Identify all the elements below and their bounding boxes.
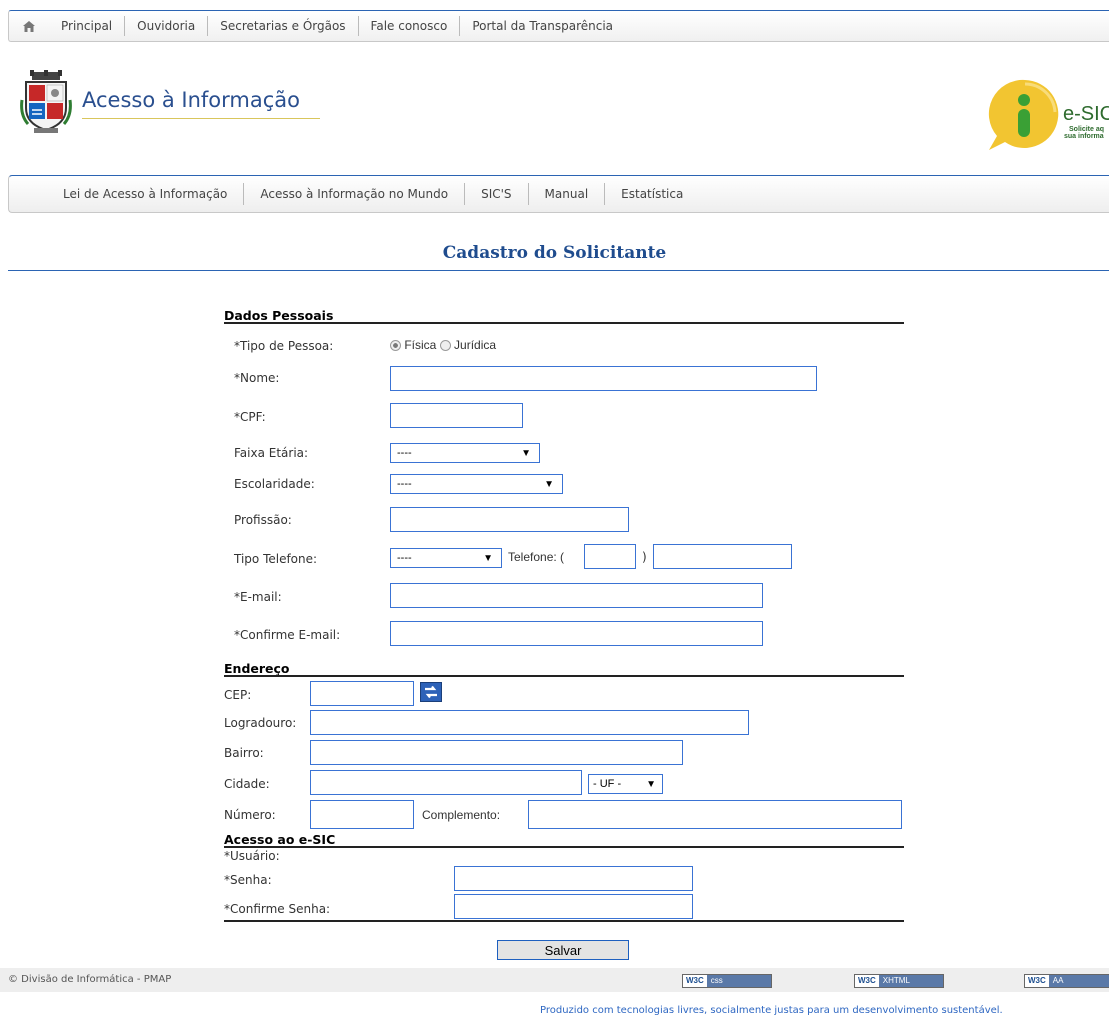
salvar-button[interactable]: Salvar: [497, 940, 629, 960]
tipo-telefone-label: Tipo Telefone:: [234, 552, 318, 566]
faixa-etaria-value: ----: [397, 447, 412, 459]
confirme-email-field[interactable]: [390, 621, 763, 646]
complemento-label: Complemento:: [422, 808, 501, 822]
uf-select[interactable]: - UF - ▼: [588, 774, 663, 794]
top-nav-portal-transparencia[interactable]: Portal da Transparência: [460, 16, 625, 36]
escolaridade-select[interactable]: ---- ▼: [390, 474, 563, 494]
title-divider: [8, 270, 1109, 271]
esic-logo-subtitle-1: Solicite aq: [1069, 126, 1104, 133]
top-nav-fale-conosco[interactable]: Fale conosco: [359, 16, 461, 36]
telefone-paren-close: ): [642, 550, 647, 564]
bairro-label: Bairro:: [224, 746, 264, 760]
radio-fisica[interactable]: [390, 340, 401, 352]
radio-juridica-label: Jurídica: [454, 338, 497, 352]
w3c-logo-text: W3C: [1025, 975, 1049, 987]
top-nav-secretarias[interactable]: Secretarias e Órgãos: [208, 16, 359, 36]
section-title-dados-pessoais: Dados Pessoais: [224, 308, 334, 323]
cpf-field[interactable]: [390, 403, 523, 428]
confirme-email-label: *Confirme E-mail:: [234, 628, 341, 642]
secondary-navigation: Lei de Acesso à Informação Acesso à Info…: [8, 175, 1109, 213]
tipo-telefone-select[interactable]: ---- ▼: [390, 548, 502, 568]
tipo-pessoa-label: *Tipo de Pessoa:: [234, 339, 334, 353]
esic-logo-subtitle-2: sua informa: [1064, 133, 1104, 140]
w3c-logo-text: W3C: [855, 975, 879, 987]
cep-label: CEP:: [224, 688, 252, 702]
usuario-label: *Usuário:: [224, 849, 280, 863]
chevron-down-icon: ▼: [521, 447, 531, 459]
senha-field[interactable]: [454, 866, 693, 891]
senha-label: *Senha:: [224, 873, 272, 887]
top-nav-principal[interactable]: Principal: [49, 16, 126, 36]
subnav-manual[interactable]: Manual: [529, 183, 606, 205]
radio-fisica-label: Física: [404, 338, 437, 352]
page-title: Cadastro do Solicitante: [442, 243, 667, 263]
esic-info-logo[interactable]: e-SIC Solicite aq sua informa: [983, 76, 1109, 150]
form-end-divider: [224, 920, 904, 922]
telefone-label: Telefone: (: [508, 550, 565, 564]
profissao-label: Profissão:: [234, 513, 292, 527]
confirme-senha-label: *Confirme Senha:: [224, 902, 331, 916]
chevron-down-icon: ▼: [483, 552, 493, 564]
section-divider: [224, 846, 904, 848]
nome-label: *Nome:: [234, 371, 280, 385]
logradouro-field[interactable]: [310, 710, 749, 735]
coat-of-arms-logo[interactable]: [20, 70, 72, 137]
bairro-field[interactable]: [310, 740, 683, 765]
logradouro-label: Logradouro:: [224, 716, 297, 730]
escolaridade-label: Escolaridade:: [234, 477, 315, 491]
w3c-logo-text: W3C: [683, 975, 707, 987]
w3c-aa-badge[interactable]: W3C AA: [1024, 974, 1109, 988]
cidade-label: Cidade:: [224, 777, 270, 791]
badge-text: css: [706, 975, 771, 987]
subnav-estatistica[interactable]: Estatística: [605, 183, 699, 205]
subnav-sics[interactable]: SIC'S: [465, 183, 529, 205]
uf-value: - UF -: [593, 778, 622, 790]
w3c-xhtml-badge[interactable]: W3C XHTML: [854, 974, 944, 988]
section-title-acesso: Acesso ao e-SIC: [224, 832, 336, 847]
numero-field[interactable]: [310, 800, 414, 829]
footer-copyright[interactable]: © Divisão de Informática - PMAP: [8, 974, 171, 985]
cep-field[interactable]: [310, 681, 414, 706]
telefone-field[interactable]: [653, 544, 792, 569]
numero-label: Número:: [224, 808, 276, 822]
cidade-field[interactable]: [310, 770, 582, 795]
esic-logo-title: e-SIC: [1063, 103, 1109, 125]
subnav-acesso-mundo[interactable]: Acesso à Informação no Mundo: [244, 183, 466, 205]
subnav-lei-acesso[interactable]: Lei de Acesso à Informação: [53, 183, 245, 205]
profissao-field[interactable]: [390, 507, 629, 532]
site-title[interactable]: Acesso à Informação: [82, 88, 320, 119]
w3c-css-badge[interactable]: W3C css: [682, 974, 772, 988]
escolaridade-value: ----: [397, 478, 412, 490]
faixa-etaria-label: Faixa Etária:: [234, 446, 309, 460]
section-divider: [224, 322, 904, 324]
radio-juridica[interactable]: [439, 340, 451, 352]
telefone-ddd-field[interactable]: [584, 544, 636, 569]
badge-text: AA: [1048, 975, 1109, 987]
tipo-telefone-value: ----: [397, 552, 412, 564]
top-nav-ouvidoria[interactable]: Ouvidoria: [125, 16, 209, 36]
email-label: *E-mail:: [234, 590, 282, 604]
section-title-endereco: Endereço: [224, 661, 290, 676]
tipo-pessoa-radio-group: Física Jurídica: [390, 338, 496, 352]
cep-search-icon[interactable]: [420, 682, 442, 702]
top-navigation: Principal Ouvidoria Secretarias e Órgãos…: [8, 10, 1109, 42]
chevron-down-icon: ▼: [544, 478, 554, 490]
section-divider: [224, 675, 904, 677]
cpf-label: *CPF:: [234, 410, 266, 424]
chevron-down-icon: ▼: [646, 778, 656, 790]
confirme-senha-field[interactable]: [454, 894, 693, 919]
email-field[interactable]: [390, 583, 763, 608]
nome-field[interactable]: [390, 366, 817, 391]
home-icon[interactable]: [9, 20, 49, 32]
faixa-etaria-select[interactable]: ---- ▼: [390, 443, 540, 463]
badge-text: XHTML: [878, 975, 943, 987]
footer-tagline: Produzido com tecnologias livres, social…: [540, 1005, 1003, 1016]
complemento-field[interactable]: [528, 800, 902, 829]
site-header: Acesso à Informação: [20, 70, 320, 137]
